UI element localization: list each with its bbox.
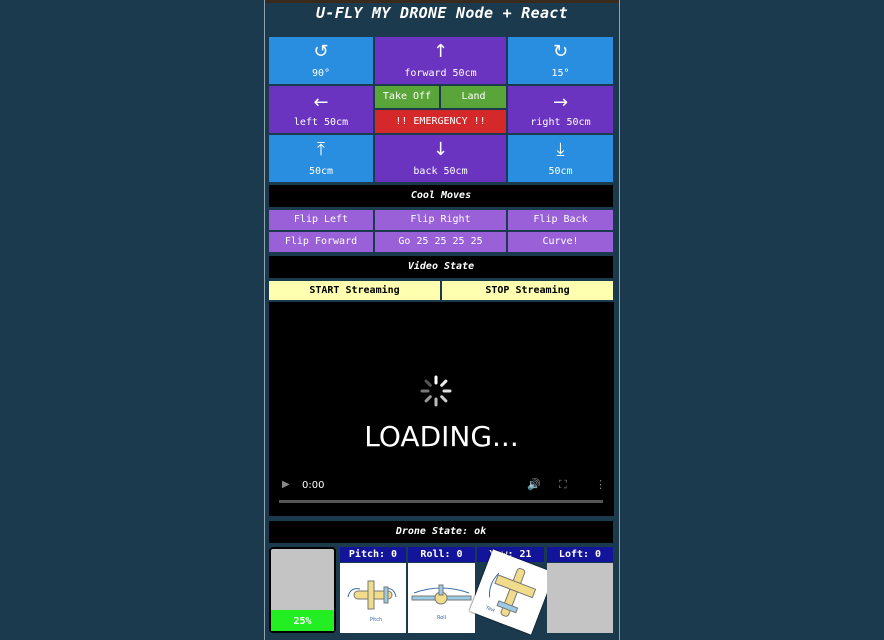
- arrow-left-icon: ←: [313, 92, 329, 113]
- arrow-right-icon: →: [552, 92, 569, 113]
- video-state-header: Video State: [269, 256, 613, 278]
- pitch-plane-icon: Pitch: [347, 580, 397, 623]
- start-streaming-button[interactable]: START Streaming: [269, 281, 440, 300]
- cool-moves-header: Cool Moves: [269, 185, 613, 207]
- page-title: U-FLY MY DRONE Node + React: [316, 4, 568, 22]
- video-time: 0:00: [302, 480, 325, 491]
- arrow-up-icon: ↑: [432, 41, 449, 62]
- roll-label: Roll: 0: [408, 547, 475, 562]
- back-label: back 50cm: [413, 166, 468, 177]
- right-button[interactable]: → right 50cm: [508, 86, 613, 133]
- loading-spinner-icon: [420, 375, 452, 407]
- left-label: left 50cm: [293, 117, 349, 128]
- back-button[interactable]: ↓ back 50cm: [375, 135, 506, 182]
- stop-streaming-button[interactable]: STOP Streaming: [442, 281, 613, 300]
- roll-plane-icon: Roll: [411, 584, 472, 621]
- pitch-caption: Pitch: [370, 617, 382, 623]
- yaw-plane-icon: Yaw: [484, 567, 537, 617]
- rotate-cw-icon: ↻: [552, 41, 569, 62]
- emergency-button[interactable]: !! EMERGENCY !!: [375, 110, 506, 133]
- loft-panel: Loft: 0: [547, 547, 613, 633]
- pitch-panel: Pitch: 0 Pitch: [340, 547, 406, 633]
- flip-right-button[interactable]: Flip Right: [375, 210, 506, 230]
- rotate-ccw-button[interactable]: ↺ 90°: [269, 37, 373, 84]
- volume-icon[interactable]: 🔊: [527, 478, 541, 491]
- rotate-ccw-icon: ↺: [313, 41, 329, 62]
- yaw-panel: Yaw: 21 Yaw: [469, 547, 555, 635]
- play-icon[interactable]: ▶: [282, 479, 290, 490]
- pitch-diagram: Pitch: [340, 563, 406, 633]
- roll-diagram: Roll: [408, 563, 475, 633]
- battery-gauge: 25%: [269, 547, 336, 633]
- video-progress-track[interactable]: [279, 500, 603, 503]
- top-bar: [265, 0, 619, 3]
- yaw-caption: Yaw: [484, 604, 496, 613]
- loft-label: Loft: 0: [547, 547, 613, 562]
- video-player[interactable]: LOADING... ▶ 0:00 🔊 ⛶ ⋮: [269, 302, 614, 516]
- drone-state-header: Drone State: ok: [269, 521, 613, 543]
- loft-gauge: [547, 563, 613, 633]
- up-button[interactable]: ⤒ 50cm: [269, 135, 373, 182]
- loading-text: LOADING...: [364, 420, 519, 453]
- roll-panel: Roll: 0 Roll: [408, 547, 475, 633]
- battery-label: 25%: [293, 616, 312, 627]
- flip-left-button[interactable]: Flip Left: [269, 210, 373, 230]
- rotate-ccw-label: 90°: [311, 68, 331, 79]
- fullscreen-icon[interactable]: ⛶: [559, 478, 567, 492]
- roll-caption: Roll: [437, 615, 446, 621]
- right-label: right 50cm: [530, 117, 591, 128]
- app-panel: U-FLY MY DRONE Node + React ↺ 90° ↑ forw…: [264, 0, 620, 640]
- pitch-label: Pitch: 0: [340, 547, 406, 562]
- arrow-up-bar-icon: ⤒: [317, 139, 325, 160]
- forward-label: forward 50cm: [404, 68, 477, 79]
- up-label: 50cm: [308, 166, 334, 177]
- forward-button[interactable]: ↑ forward 50cm: [375, 37, 506, 84]
- go-button[interactable]: Go 25 25 25 25: [375, 232, 506, 252]
- flip-back-button[interactable]: Flip Back: [508, 210, 613, 230]
- yaw-diagram: Yaw: [469, 549, 555, 635]
- arrow-down-bar-icon: ⤓: [556, 139, 565, 160]
- left-button[interactable]: ← left 50cm: [269, 86, 373, 133]
- land-button[interactable]: Land: [441, 86, 506, 108]
- more-options-icon[interactable]: ⋮: [595, 478, 606, 491]
- rotate-cw-button[interactable]: ↻ 15°: [508, 37, 613, 84]
- arrow-down-icon: ↓: [432, 139, 449, 160]
- flip-forward-button[interactable]: Flip Forward: [269, 232, 373, 252]
- curve-button[interactable]: Curve!: [508, 232, 613, 252]
- down-label: 50cm: [548, 166, 573, 177]
- takeoff-button[interactable]: Take Off: [375, 86, 439, 108]
- down-button[interactable]: ⤓ 50cm: [508, 135, 613, 182]
- rotate-cw-label: 15°: [551, 68, 570, 79]
